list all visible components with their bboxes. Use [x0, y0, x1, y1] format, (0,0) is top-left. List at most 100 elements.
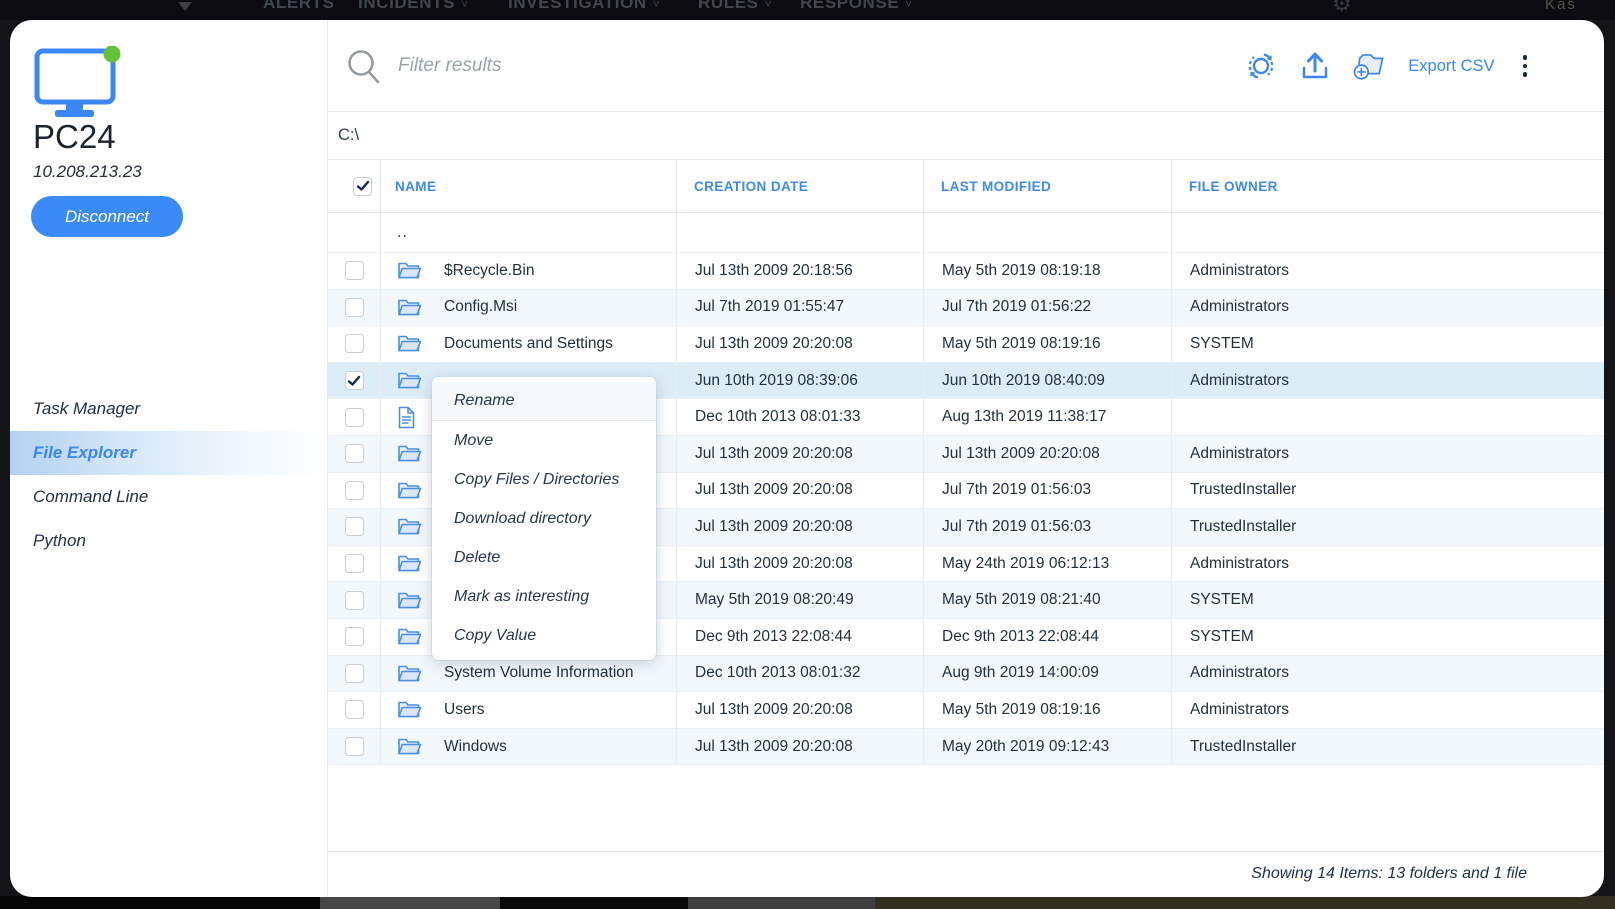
table-row[interactable]: Config.Msi Jul 7th 2019 01:55:47 Jul 7th… [328, 290, 1604, 327]
column-header-creation-date[interactable]: CREATION DATE [676, 160, 923, 212]
current-path: C:\ [328, 112, 1604, 160]
row-checkbox[interactable] [345, 371, 364, 390]
file-owner: Administrators [1171, 656, 1604, 692]
file-name: Users [444, 701, 484, 719]
folder-icon [397, 626, 422, 647]
file-owner [1171, 399, 1604, 435]
column-header-name[interactable]: NAME [380, 160, 676, 212]
host-name: PC24 [33, 118, 116, 156]
last-modified: Jun 10th 2019 08:40:09 [923, 363, 1171, 399]
user-name-fragment[interactable]: Kas [1545, 0, 1577, 13]
desktop-taskbar-strip [0, 896, 1615, 909]
row-checkbox[interactable] [345, 737, 364, 756]
chevron-down-icon: ˅ [653, 0, 661, 11]
file-name: System Volume Information [444, 664, 634, 682]
nav-item-investigation[interactable]: INVESTIGATION˅ [508, 0, 660, 13]
toolbar: Export CSV [328, 20, 1604, 112]
table-row[interactable]: $Recycle.Bin Jul 13th 2009 20:18:56 May … [328, 253, 1604, 290]
row-checkbox[interactable] [345, 664, 364, 683]
creation-date: Jul 13th 2009 20:20:08 [676, 509, 923, 545]
file-owner: Administrators [1171, 253, 1604, 289]
menu-item-copy-files-directories[interactable]: Copy Files / Directories [432, 460, 656, 499]
table-header: NAME CREATION DATE LAST MODIFIED FILE OW… [328, 160, 1604, 213]
folder-icon [397, 480, 422, 501]
menu-item-rename[interactable]: Rename [432, 382, 656, 421]
menu-item-move[interactable]: Move [432, 421, 656, 460]
sidebar-item-python[interactable]: Python [10, 519, 327, 563]
creation-date: Jul 13th 2009 20:20:08 [676, 546, 923, 582]
sidebar-item-task-manager[interactable]: Task Manager [10, 387, 327, 431]
row-checkbox[interactable] [345, 591, 364, 610]
refresh-icon[interactable] [1244, 49, 1278, 83]
kebab-menu-icon[interactable] [1515, 51, 1536, 81]
folder-icon [397, 443, 422, 464]
last-modified: Aug 13th 2019 11:38:17 [923, 399, 1171, 435]
last-modified: Dec 9th 2013 22:08:44 [923, 619, 1171, 655]
column-header-last-modified[interactable]: LAST MODIFIED [923, 160, 1171, 212]
menu-item-mark-as-interesting[interactable]: Mark as interesting [432, 577, 656, 616]
menu-item-copy-value[interactable]: Copy Value [432, 616, 656, 655]
folder-icon [397, 260, 422, 281]
last-modified: May 5th 2019 08:19:18 [923, 253, 1171, 289]
table-row[interactable]: Documents and Settings Jul 13th 2009 20:… [328, 326, 1604, 363]
creation-date: Jul 13th 2009 20:20:08 [676, 729, 923, 765]
row-checkbox[interactable] [345, 261, 364, 280]
chevron-down-icon: ˅ [905, 0, 913, 11]
filter-input[interactable] [398, 44, 898, 88]
settings-gear-icon[interactable]: ⚙ [1332, 0, 1352, 17]
menu-item-delete[interactable]: Delete [432, 538, 656, 577]
nav-item-response[interactable]: RESPONSE˅ [800, 0, 913, 13]
last-modified: May 20th 2019 09:12:43 [923, 729, 1171, 765]
folder-icon [397, 297, 422, 318]
row-checkbox[interactable] [345, 334, 364, 353]
table-row-parent-directory[interactable]: .. [328, 213, 1604, 253]
select-all-checkbox[interactable] [353, 177, 372, 196]
folder-icon [397, 699, 422, 720]
table-row[interactable]: Users Jul 13th 2009 20:20:08 May 5th 201… [328, 692, 1604, 729]
top-navbar: ⚙ Kas ALERTS INCIDENTS˅ INVESTIGATION˅ RULE… [0, 0, 1615, 20]
last-modified: Jul 13th 2009 20:20:08 [923, 436, 1171, 472]
table-row[interactable]: Windows Jul 13th 2009 20:20:08 May 20th … [328, 729, 1604, 766]
file-owner: SYSTEM [1171, 326, 1604, 362]
folder-icon [397, 663, 422, 684]
chevron-down-icon: ˅ [765, 0, 773, 11]
sidebar-menu: Task ManagerFile ExplorerCommand LinePyt… [10, 387, 327, 563]
sidebar-item-file-explorer[interactable]: File Explorer [10, 431, 327, 475]
export-csv-button[interactable]: Export CSV [1408, 57, 1494, 76]
creation-date: Jun 10th 2019 08:39:06 [676, 363, 923, 399]
nav-item-alerts[interactable]: ALERTS [263, 0, 335, 13]
last-modified: Aug 9th 2019 14:00:09 [923, 656, 1171, 692]
row-checkbox[interactable] [345, 517, 364, 536]
nav-item-incidents[interactable]: INCIDENTS˅ [358, 0, 469, 13]
parent-directory-label[interactable]: .. [397, 224, 408, 242]
last-modified: Jul 7th 2019 01:56:03 [923, 473, 1171, 509]
creation-date: Dec 10th 2013 08:01:33 [676, 399, 923, 435]
menu-item-download-directory[interactable]: Download directory [432, 499, 656, 538]
table-row[interactable]: System Volume Information Dec 10th 2013 … [328, 656, 1604, 693]
file-owner: Administrators [1171, 363, 1604, 399]
folder-icon [397, 516, 422, 537]
last-modified: May 5th 2019 08:21:40 [923, 582, 1171, 618]
row-checkbox[interactable] [345, 298, 364, 317]
row-checkbox[interactable] [345, 627, 364, 646]
remote-session-panel: PC24 10.208.213.23 Disconnect Task Manag… [10, 20, 1604, 897]
new-folder-icon[interactable] [1352, 49, 1386, 83]
folder-icon [397, 553, 422, 574]
folder-icon [397, 590, 422, 611]
row-checkbox[interactable] [345, 700, 364, 719]
row-checkbox[interactable] [345, 481, 364, 500]
file-owner: Administrators [1171, 692, 1604, 728]
row-checkbox[interactable] [345, 444, 364, 463]
sidebar-item-command-line[interactable]: Command Line [10, 475, 327, 519]
upload-icon[interactable] [1298, 49, 1332, 83]
search-icon [345, 47, 383, 92]
context-menu: RenameMoveCopy Files / DirectoriesDownlo… [432, 377, 656, 660]
file-owner: SYSTEM [1171, 582, 1604, 618]
disconnect-button[interactable]: Disconnect [31, 196, 183, 237]
file-name: Config.Msi [444, 298, 517, 316]
taskbar-segment [875, 896, 1615, 909]
row-checkbox[interactable] [345, 408, 364, 427]
row-checkbox[interactable] [345, 554, 364, 573]
nav-item-rules[interactable]: RULES˅ [698, 0, 772, 13]
column-header-file-owner[interactable]: FILE OWNER [1171, 160, 1604, 212]
